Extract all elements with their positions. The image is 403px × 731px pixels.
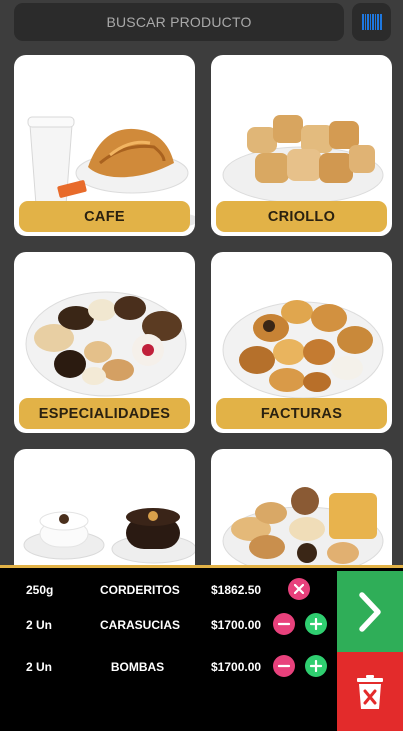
minus-icon <box>278 664 290 668</box>
plus-icon <box>310 618 322 630</box>
category-card-especialidades[interactable]: ESPECIALIDADES <box>14 252 195 433</box>
cart-item-qty: 250g <box>26 583 54 597</box>
trash-icon <box>357 674 383 709</box>
category-label: CRIOLLO <box>216 201 387 232</box>
checkout-next-button[interactable] <box>337 571 403 652</box>
cart-item-row: 2 Un BOMBAS $1700.00 <box>0 652 337 682</box>
cart-item-row: 2 Un CARASUCIAS $1700.00 <box>0 610 337 640</box>
category-label: FACTURAS <box>216 398 387 429</box>
cart-item-name: CORDERITOS <box>100 583 180 597</box>
chevron-right-icon <box>359 591 381 632</box>
category-card-cafe[interactable]: CAFE <box>14 55 195 236</box>
category-card-criollo[interactable]: CRIOLLO <box>211 55 392 236</box>
close-icon <box>294 584 304 594</box>
search-input[interactable]: BUSCAR PRODUCTO <box>14 3 344 41</box>
remove-item-button[interactable] <box>288 578 310 600</box>
plus-icon <box>310 660 322 672</box>
cart-panel: 250g CORDERITOS $1862.50 2 Un CARASUCIAS… <box>0 565 403 731</box>
barcode-scan-button[interactable] <box>352 3 391 41</box>
category-card-facturas[interactable]: FACTURAS <box>211 252 392 433</box>
barcode-icon <box>361 14 382 30</box>
category-label: ESPECIALIDADES <box>19 398 190 429</box>
cart-item-row: 250g CORDERITOS $1862.50 <box>0 575 337 605</box>
cart-item-price: $1700.00 <box>211 618 262 632</box>
decrease-qty-button[interactable] <box>273 613 295 635</box>
clear-cart-button[interactable] <box>337 652 403 731</box>
cart-item-qty: 2 Un <box>26 660 53 674</box>
minus-icon <box>278 622 290 626</box>
increase-qty-button[interactable] <box>305 655 327 677</box>
increase-qty-button[interactable] <box>305 613 327 635</box>
decrease-qty-button[interactable] <box>273 655 295 677</box>
cart-item-name: BOMBAS <box>110 660 165 674</box>
category-label: CAFE <box>19 201 190 232</box>
cart-item-name: CARASUCIAS <box>100 618 181 632</box>
cart-item-price: $1862.50 <box>211 583 262 597</box>
cart-item-price: $1700.00 <box>211 660 262 674</box>
cart-item-qty: 2 Un <box>26 618 53 632</box>
